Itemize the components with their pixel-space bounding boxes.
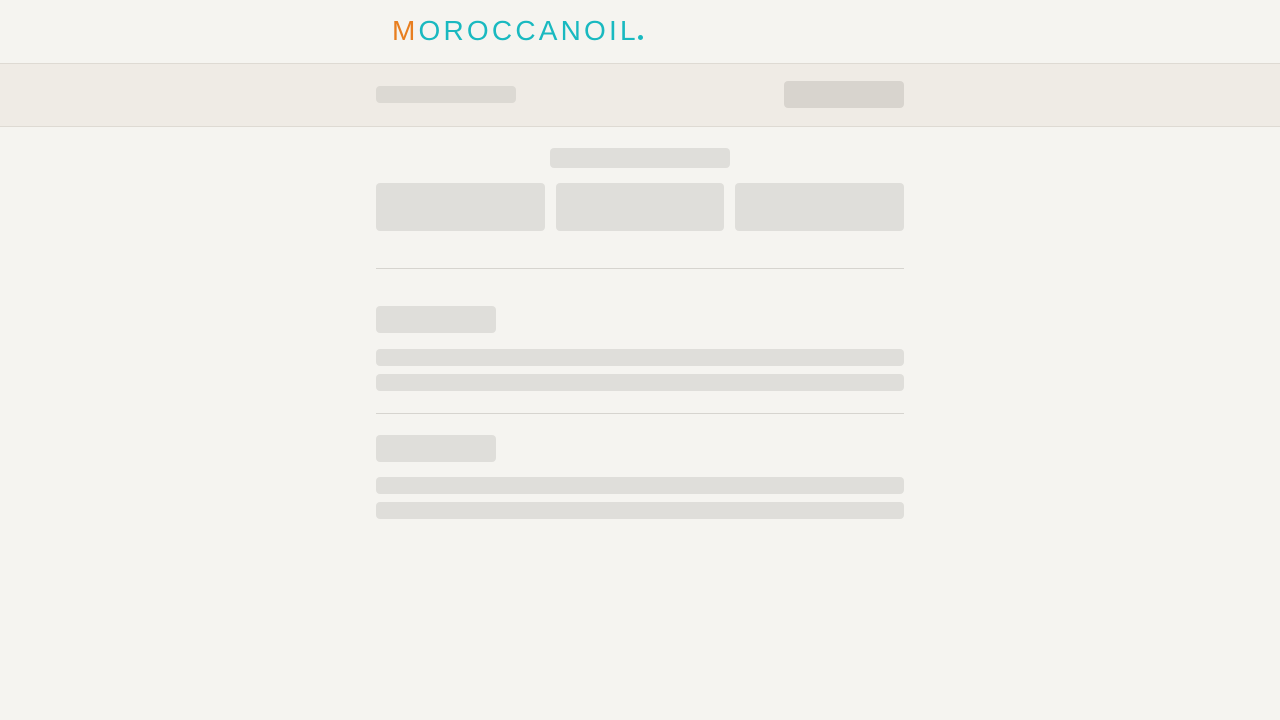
express-checkout-title-placeholder bbox=[550, 148, 730, 168]
express-pay-button-placeholder-2 bbox=[556, 183, 724, 231]
logo-wordmark: OROCCANOIL bbox=[418, 15, 639, 46]
text-line-placeholder bbox=[376, 374, 904, 391]
section-heading-placeholder-2 bbox=[376, 435, 496, 462]
logo-dot-icon bbox=[637, 35, 643, 40]
order-summary-bar bbox=[0, 63, 1280, 127]
divider bbox=[376, 268, 904, 269]
moroccanoil-logo[interactable]: M OROCCANOIL bbox=[392, 16, 643, 46]
summary-toggle-placeholder bbox=[376, 86, 516, 103]
express-pay-button-placeholder-3 bbox=[735, 183, 904, 231]
site-header: M OROCCANOIL bbox=[0, 0, 1280, 63]
text-line-placeholder bbox=[376, 477, 904, 494]
divider bbox=[376, 413, 904, 414]
express-pay-button-placeholder-1 bbox=[376, 183, 545, 231]
logo-letter-m: M bbox=[392, 15, 419, 46]
section-heading-placeholder-1 bbox=[376, 306, 496, 333]
text-line-placeholder bbox=[376, 349, 904, 366]
text-line-placeholder bbox=[376, 502, 904, 519]
summary-total-placeholder bbox=[784, 81, 904, 108]
